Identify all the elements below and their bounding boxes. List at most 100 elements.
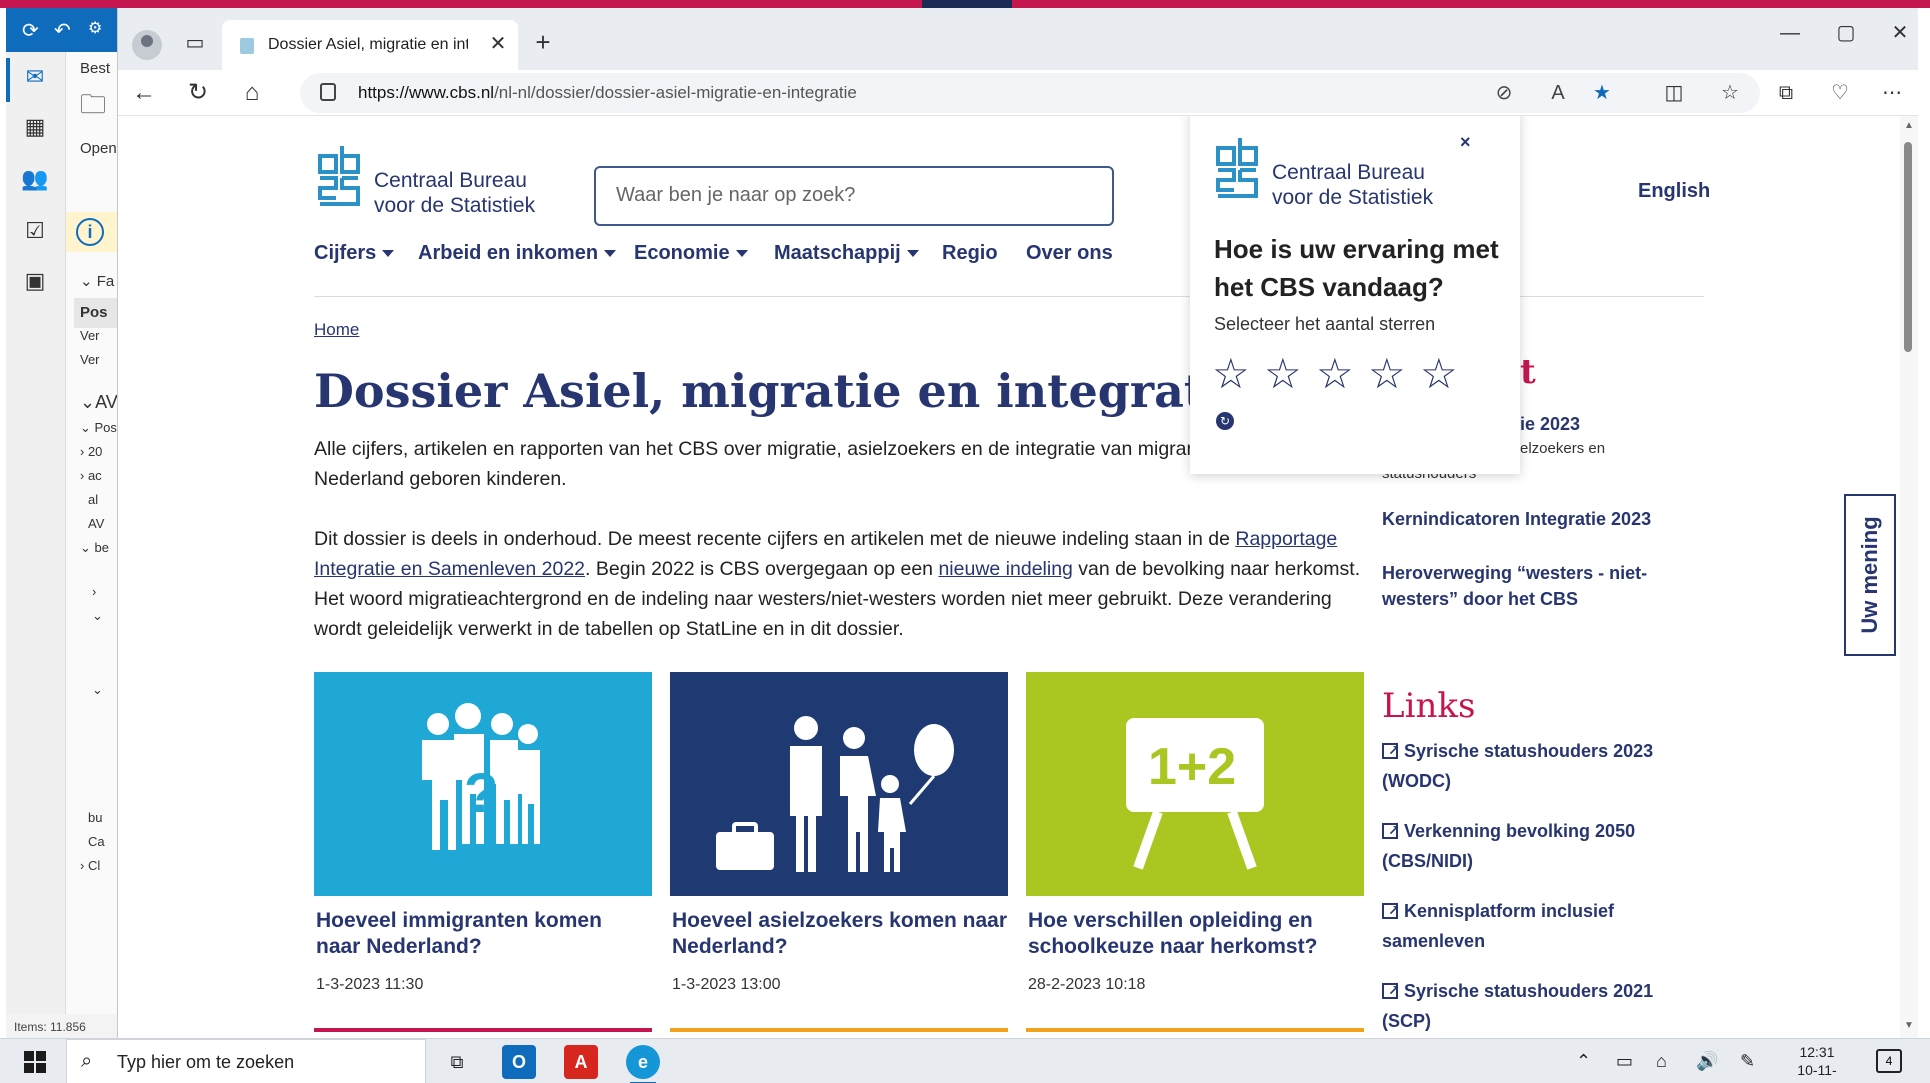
- tracking-prevention-icon[interactable]: ⊘: [1490, 79, 1518, 107]
- sidebar-link-kernindicatoren[interactable]: Kernindicatoren Integratie 2023: [1382, 506, 1682, 532]
- favicon: [240, 38, 254, 54]
- expander-icon[interactable]: ⌄: [92, 608, 103, 624]
- task-view-icon[interactable]: ⧉: [440, 1045, 474, 1079]
- card-illustration: 1+2: [1126, 718, 1264, 870]
- site-search-input[interactable]: Waar ben je naar op zoek?: [594, 166, 1114, 226]
- minimize-button[interactable]: —: [1770, 18, 1810, 48]
- collections-icon[interactable]: ⧉: [1768, 76, 1804, 110]
- folder-text[interactable]: › ac: [80, 468, 102, 483]
- breadcrumb-home[interactable]: Home: [314, 320, 359, 340]
- folder-text[interactable]: bu: [88, 810, 102, 825]
- scroll-up-icon[interactable]: ▲: [1902, 120, 1916, 131]
- sidebar-link-partial[interactable]: ie 2023: [1520, 414, 1580, 435]
- tab-actions-icon[interactable]: ▭: [180, 30, 210, 60]
- notification-center-icon[interactable]: 4: [1876, 1049, 1902, 1073]
- close-window-button[interactable]: ✕: [1880, 18, 1920, 48]
- nav-economie[interactable]: Economie: [634, 242, 748, 265]
- folder-text[interactable]: AV: [88, 516, 104, 531]
- external-link[interactable]: Kennisplatform inclusief samenleven: [1382, 895, 1682, 956]
- folder-text[interactable]: Ca: [88, 834, 105, 849]
- external-link[interactable]: Syrische statushouders 2023 (WODC): [1382, 735, 1682, 796]
- settings-more-icon[interactable]: ⋯: [1874, 76, 1910, 110]
- address-bar[interactable]: https://www.cbs.nl/nl-nl/dossier/dossier…: [300, 73, 1760, 113]
- network-icon[interactable]: ⌂: [1656, 1051, 1667, 1072]
- folder-text[interactable]: Ver: [80, 352, 100, 367]
- star-icon[interactable]: ☆: [1420, 353, 1458, 395]
- browser-essentials-icon[interactable]: ♡: [1822, 76, 1858, 110]
- nieuwe-indeling-link[interactable]: nieuwe indeling: [938, 558, 1072, 580]
- profile-avatar[interactable]: [132, 30, 162, 60]
- folder-text[interactable]: › Cl: [80, 858, 100, 873]
- url-text[interactable]: https://www.cbs.nl/nl-nl/dossier/dossier…: [358, 83, 857, 103]
- edge-app-icon[interactable]: e: [626, 1045, 660, 1083]
- card-title[interactable]: Hoe verschillen opleiding en schoolkeuze…: [1028, 908, 1364, 960]
- mail-icon[interactable]: ✉: [20, 64, 50, 94]
- back-button[interactable]: ←: [126, 76, 162, 110]
- nav-over-ons[interactable]: Over ons: [1026, 242, 1113, 265]
- tab-close-icon[interactable]: ✕: [486, 32, 510, 56]
- scroll-thumb[interactable]: [1904, 142, 1912, 352]
- pen-icon[interactable]: ✎: [1740, 1051, 1755, 1072]
- intro-text: Alle cijfers, artikelen en rapporten van…: [314, 438, 1198, 490]
- new-tab-button[interactable]: +: [528, 28, 558, 58]
- more-icon[interactable]: ⚙: [88, 18, 102, 38]
- folder-text[interactable]: › 20: [80, 444, 102, 459]
- card-title[interactable]: Hoeveel immigranten komen naar Nederland…: [316, 908, 652, 960]
- split-screen-icon[interactable]: ◫: [1656, 76, 1692, 110]
- lock-icon[interactable]: [320, 83, 336, 101]
- calendar-icon[interactable]: ▦: [20, 114, 50, 144]
- folder-text[interactable]: Pos: [80, 304, 108, 321]
- favorites-icon[interactable]: ☆: [1712, 76, 1748, 110]
- tasks-icon[interactable]: ☑: [20, 218, 50, 248]
- active-tab[interactable]: Dossier Asiel, migratie en integra ✕: [222, 20, 518, 70]
- volume-icon[interactable]: 🔊: [1696, 1051, 1718, 1072]
- external-link[interactable]: Verkenning bevolking 2050 (CBS/NIDI): [1382, 815, 1682, 876]
- taskbar-clock[interactable]: 12:31 10-11-2023: [1782, 1043, 1852, 1083]
- star-icon[interactable]: ☆: [1368, 353, 1406, 395]
- expander-icon[interactable]: ›: [92, 584, 96, 599]
- folder-text[interactable]: ⌄AV: [80, 392, 118, 413]
- acrobat-app-icon[interactable]: A: [564, 1045, 598, 1079]
- star-icon[interactable]: ☆: [1264, 353, 1302, 395]
- folder-text[interactable]: Ver: [80, 328, 100, 343]
- star-icon[interactable]: ☆: [1316, 353, 1354, 395]
- nav-arbeid-en-inkomen[interactable]: Arbeid en inkomen: [418, 242, 617, 265]
- external-link-label: Syrische statushouders 2023 (WODC): [1382, 741, 1654, 791]
- group-question-icon: ?: [314, 672, 652, 896]
- folder-text[interactable]: ⌄ Pos: [80, 420, 117, 436]
- folder-text[interactable]: ⌄ be: [80, 540, 109, 556]
- windows-start-icon[interactable]: [24, 1051, 46, 1073]
- folder-text[interactable]: al: [88, 492, 98, 507]
- card-title[interactable]: Hoeveel asielzoekers komen naar Nederlan…: [672, 908, 1008, 960]
- nav-maatschappij[interactable]: Maatschappij: [774, 242, 919, 265]
- outlook-app-icon[interactable]: O: [502, 1045, 536, 1079]
- people-icon[interactable]: 👥: [20, 166, 50, 196]
- english-language-link[interactable]: English: [1638, 180, 1710, 203]
- scroll-down-icon[interactable]: ▼: [1902, 1020, 1916, 1031]
- apps-icon[interactable]: ▣: [20, 268, 50, 298]
- open-folder-icon[interactable]: 🗀: [80, 86, 106, 130]
- maximize-button[interactable]: ▢: [1826, 18, 1866, 48]
- expander-icon[interactable]: ⌄: [92, 682, 103, 698]
- star-icon[interactable]: ☆: [1212, 353, 1250, 395]
- battery-icon[interactable]: ▭: [1616, 1051, 1633, 1072]
- sidebar-link-heroverweging[interactable]: Heroverweging “westers - niet-westers” d…: [1382, 560, 1672, 612]
- info-bar[interactable]: i: [66, 212, 118, 252]
- read-aloud-icon[interactable]: A: [1544, 79, 1572, 107]
- page-scrollbar[interactable]: ▲ ▼: [1900, 116, 1918, 1038]
- feedback-tab[interactable]: Uw mening: [1844, 494, 1896, 656]
- sync-icon[interactable]: ⟳: [22, 18, 39, 43]
- folder-text[interactable]: ⌄ Fa: [80, 272, 114, 290]
- taskbar-search[interactable]: ⌕ Typ hier om te zoeken: [66, 1039, 426, 1083]
- undo-icon[interactable]: ↶: [54, 18, 71, 43]
- refresh-icon[interactable]: ↻: [1216, 412, 1234, 430]
- refresh-button[interactable]: ↻: [180, 76, 216, 110]
- svg-text:1+2: 1+2: [1148, 738, 1236, 796]
- nav-regio[interactable]: Regio: [942, 242, 998, 265]
- tray-chevron-icon[interactable]: ⌃: [1576, 1051, 1591, 1072]
- home-button[interactable]: ⌂: [234, 76, 270, 110]
- favorite-star-icon[interactable]: ★: [1588, 79, 1616, 107]
- external-link[interactable]: Syrische statushouders 2021 (SCP): [1382, 975, 1682, 1036]
- close-icon[interactable]: ×: [1460, 132, 1471, 153]
- nav-cijfers[interactable]: Cijfers: [314, 242, 395, 265]
